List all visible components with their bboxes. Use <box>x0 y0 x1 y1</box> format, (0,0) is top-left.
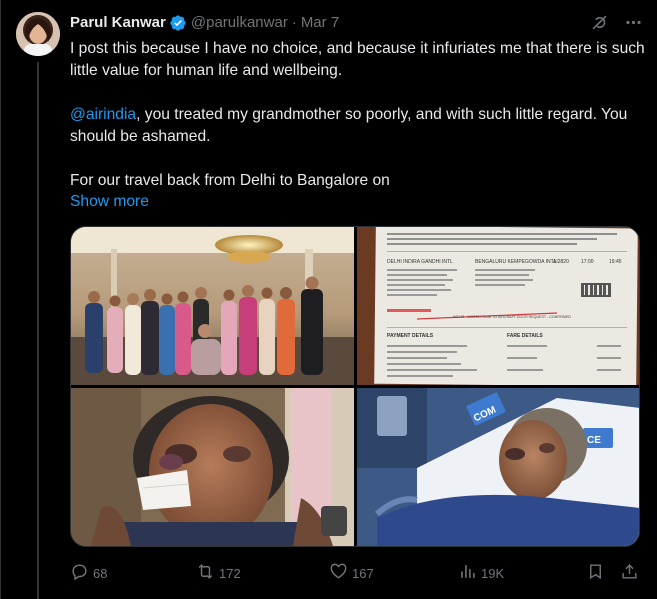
author-handle[interactable]: @parulkanwar <box>191 13 288 33</box>
bookmark-icon <box>586 562 605 584</box>
author-name[interactable]: Parul Kanwar <box>70 13 166 33</box>
reply-count: 68 <box>93 565 108 581</box>
tweet-paragraph-2: @airindia, you treated my grandmother so… <box>70 104 645 148</box>
bp-service-note: WCHR - WHEELCHAIR TO AIRCRAFT DOOR REQUE… <box>453 315 571 319</box>
header-actions <box>589 12 643 32</box>
bp-dep-time: 17:00 <box>581 259 594 265</box>
views-count: 19K <box>481 565 505 581</box>
photo-boarding-pass[interactable]: DELHI INDIRA GANDHI INTL BENGALURU KEMPE… <box>357 227 639 385</box>
tweet-paragraph-2-text: , you treated my grandmother so poorly, … <box>70 106 628 145</box>
repost-button[interactable]: 172 <box>196 561 241 585</box>
like-icon <box>329 562 348 584</box>
grok-icon[interactable] <box>589 12 609 32</box>
repost-count: 172 <box>219 565 241 581</box>
photo-hospital-bed[interactable]: COM CE <box>357 388 639 546</box>
mention-link[interactable]: @airindia <box>70 106 136 123</box>
photo-group[interactable] <box>71 227 354 385</box>
tweet[interactable]: Parul Kanwar @parulkanwar · Mar 7 I post… <box>0 0 657 599</box>
verified-badge-icon <box>169 14 187 32</box>
bp-flight: AI2820 <box>553 259 569 265</box>
show-more-link[interactable]: Show more <box>70 191 149 213</box>
bp-to: BENGALURU KEMPEGOWDA INTL <box>475 259 557 265</box>
reply-button[interactable]: 68 <box>70 561 107 585</box>
bookmark-button[interactable] <box>586 561 605 585</box>
tweet-paragraph-1: I post this because I have no choice, an… <box>70 40 645 79</box>
sign-text-ce: CE <box>587 435 601 446</box>
views-icon <box>458 562 477 584</box>
bp-payment-details: PAYMENT DETAILS <box>387 333 434 339</box>
views-button[interactable]: 19K <box>458 561 504 585</box>
more-icon[interactable] <box>623 12 643 32</box>
bp-arr-time: 19:45 <box>609 259 622 265</box>
like-button[interactable]: 167 <box>329 561 374 585</box>
bp-fare-details: FARE DETAILS <box>507 333 543 339</box>
share-icon <box>620 562 639 584</box>
separator-dot: · <box>291 14 297 31</box>
share-button[interactable] <box>620 561 639 585</box>
avatar[interactable] <box>16 12 60 56</box>
thread-line <box>37 62 39 599</box>
tweet-text: I post this because I have no choice, an… <box>70 38 645 192</box>
reply-icon <box>70 562 89 584</box>
tweet-paragraph-3: For our travel back from Delhi to Bangal… <box>70 172 390 189</box>
bp-from: DELHI INDIRA GANDHI INTL <box>387 259 453 265</box>
photo-injured-face[interactable] <box>71 388 354 546</box>
action-bar: 68 172 167 19K <box>70 561 640 585</box>
like-count: 167 <box>352 565 374 581</box>
media-grid: DELHI INDIRA GANDHI INTL BENGALURU KEMPE… <box>70 226 640 547</box>
tweet-date[interactable]: Mar 7 <box>301 13 339 33</box>
tweet-header: Parul Kanwar @parulkanwar · Mar 7 <box>70 12 643 34</box>
repost-icon <box>196 562 215 584</box>
